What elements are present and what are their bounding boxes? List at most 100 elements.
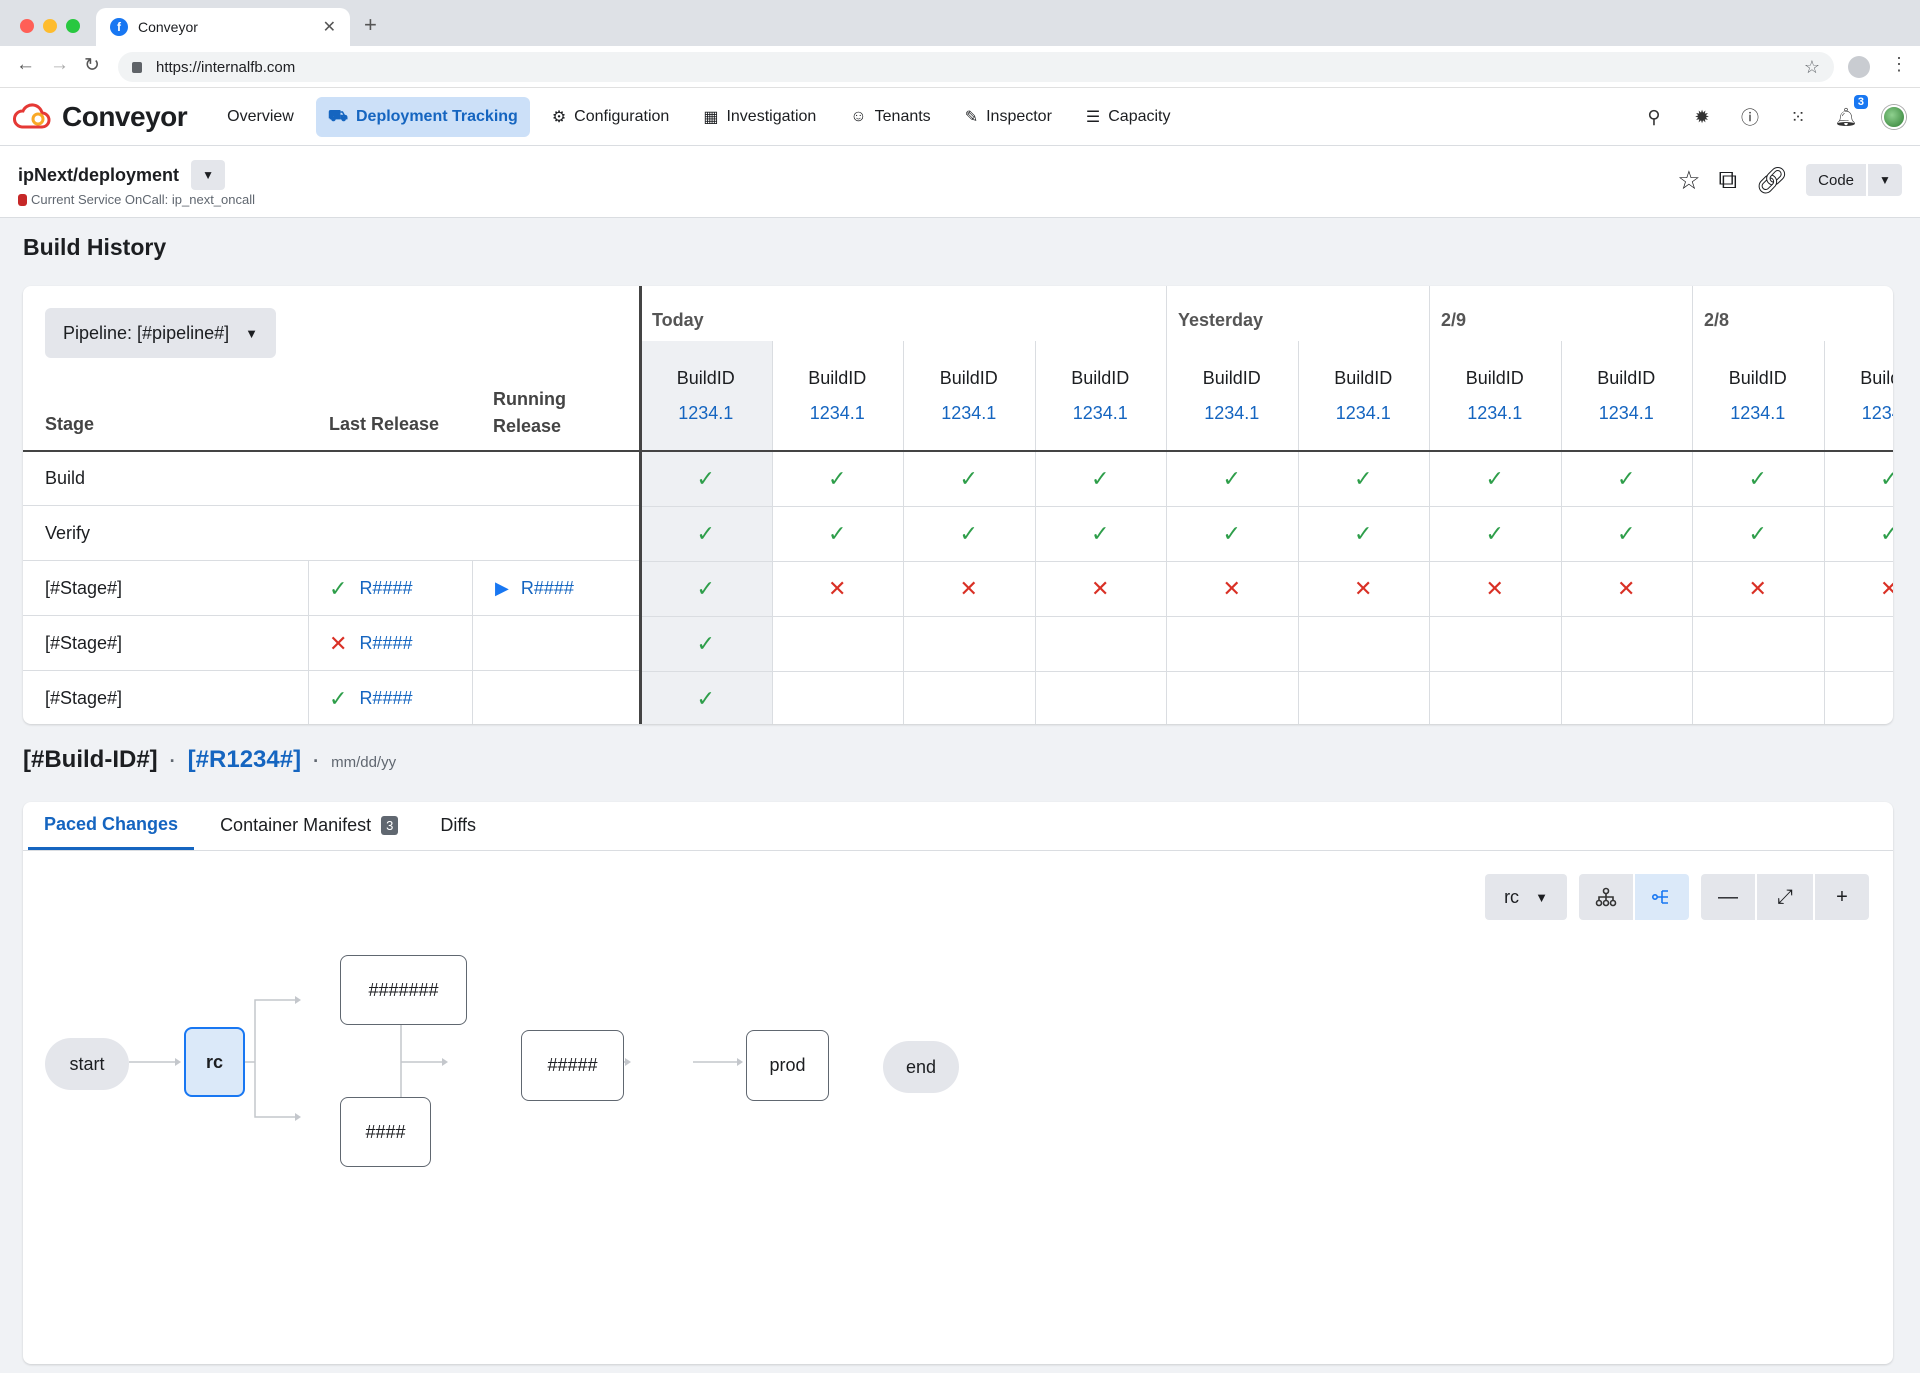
help-icon[interactable]: ⓘ [1738, 105, 1762, 129]
build-status-cell[interactable]: ✕ [1824, 561, 1893, 616]
user-avatar[interactable] [1882, 105, 1906, 129]
pipeline-node-start[interactable]: start [45, 1038, 129, 1090]
pipeline-node-prod[interactable]: prod [746, 1030, 829, 1101]
pipeline-selector[interactable]: Pipeline: [#pipeline#] ▼ [45, 308, 276, 358]
close-window-button[interactable] [20, 19, 34, 33]
nav-deployment-tracking[interactable]: ⛟ Deployment Tracking [315, 96, 530, 137]
pipeline-node-branch-top[interactable]: ####### [340, 955, 467, 1025]
minimize-window-button[interactable] [43, 19, 57, 33]
build-id-link[interactable]: 1234.1 [678, 403, 733, 424]
pipeline-node-merge[interactable]: ##### [521, 1030, 624, 1101]
build-status-cell[interactable]: ✓ [1166, 506, 1298, 561]
bookmark-star-icon[interactable]: ☆ [1804, 57, 1820, 78]
build-id-link[interactable]: 1234.1 [1204, 403, 1259, 424]
build-column-header[interactable]: BuildID 1234.1 [1429, 341, 1561, 451]
browser-menu-icon[interactable]: ⋮ [1890, 54, 1908, 75]
stage-select[interactable]: rc ▼ [1485, 874, 1567, 920]
tab-diffs[interactable]: Diffs [424, 802, 492, 850]
build-status-cell[interactable]: ✕ [1561, 561, 1693, 616]
star-icon[interactable]: ☆ [1677, 165, 1700, 196]
maximize-window-button[interactable] [66, 19, 80, 33]
build-status-cell[interactable]: ✓ [1824, 451, 1893, 506]
new-tab-icon[interactable]: + [364, 12, 377, 38]
build-status-cell[interactable]: ✓ [1035, 506, 1167, 561]
copy-icon[interactable]: ⧉ [1719, 164, 1738, 196]
last-release-link[interactable]: R#### [359, 578, 412, 599]
forward-arrow-icon[interactable]: → [50, 54, 69, 76]
tab-container-manifest[interactable]: Container Manifest 3 [204, 802, 414, 850]
build-column-header[interactable]: BuildID 1234.1 [1824, 341, 1893, 451]
build-status-cell[interactable]: ✓ [1561, 506, 1693, 561]
tab-paced-changes[interactable]: Paced Changes [28, 802, 195, 850]
last-release-link[interactable]: R#### [359, 633, 412, 654]
build-column-header[interactable]: BuildID 1234.1 [1298, 341, 1430, 451]
graph-icon[interactable]: ⚲ [1642, 105, 1666, 129]
close-tab-icon[interactable]: ✕ [323, 17, 336, 37]
app-logo[interactable]: Conveyor [12, 101, 188, 133]
release-link[interactable]: [#R1234#] [188, 746, 301, 774]
pipeline-node-rc[interactable]: rc [184, 1027, 245, 1097]
build-status-cell[interactable]: ✓ [903, 506, 1035, 561]
build-status-cell[interactable]: ✕ [772, 561, 904, 616]
build-status-cell[interactable]: ✓ [640, 561, 772, 616]
build-status-cell[interactable]: ✓ [1298, 506, 1430, 561]
build-column-header[interactable]: BuildID 1234.1 [1692, 341, 1824, 451]
build-status-cell[interactable]: ✕ [903, 561, 1035, 616]
service-dropdown-button[interactable]: ▼ [191, 160, 226, 190]
build-status-cell[interactable]: ✓ [1035, 451, 1167, 506]
nav-investigation[interactable]: ▦ Investigation [691, 97, 828, 137]
browser-tab[interactable]: f Conveyor ✕ [96, 8, 350, 46]
nav-tenants[interactable]: ☺ Tenants [838, 97, 942, 137]
pipeline-node-end[interactable]: end [883, 1041, 959, 1093]
build-status-cell[interactable]: ✕ [1035, 561, 1167, 616]
nav-overview[interactable]: Overview [215, 97, 306, 137]
code-dropdown-button[interactable]: ▼ [1868, 164, 1902, 196]
build-id-link[interactable]: 1234.1 [1336, 403, 1391, 424]
build-column-header[interactable]: BuildID 1234.1 [903, 341, 1035, 451]
zoom-out-button[interactable]: — [1701, 874, 1755, 920]
nav-inspector[interactable]: ✎ Inspector [953, 97, 1064, 137]
build-status-cell[interactable]: ✓ [772, 506, 904, 561]
bug-icon[interactable]: ✹ [1690, 105, 1714, 129]
build-id-link[interactable]: 1234.1 [1599, 403, 1654, 424]
build-status-cell[interactable]: ✓ [1692, 506, 1824, 561]
nav-configuration[interactable]: ⚙ Configuration [540, 97, 682, 137]
nav-capacity[interactable]: ☰ Capacity [1074, 97, 1183, 137]
build-status-cell[interactable]: ✓ [772, 451, 904, 506]
build-id-link[interactable]: 1234.1 [1467, 403, 1522, 424]
build-status-cell[interactable]: ✓ [1561, 451, 1693, 506]
code-button[interactable]: Code [1806, 164, 1866, 196]
build-column-header[interactable]: BuildID 1234.1 [1166, 341, 1298, 451]
build-status-cell[interactable]: ✕ [1692, 561, 1824, 616]
apps-grid-icon[interactable]: ⁙ [1786, 105, 1810, 129]
build-status-cell[interactable]: ✕ [1298, 561, 1430, 616]
build-status-cell[interactable]: ✓ [903, 451, 1035, 506]
build-status-cell[interactable]: ✓ [640, 506, 772, 561]
build-status-cell[interactable]: ✓ [1824, 506, 1893, 561]
build-status-cell[interactable]: ✕ [1166, 561, 1298, 616]
build-status-cell[interactable]: ✓ [640, 451, 772, 506]
link-icon[interactable]: 🔗︎ [1755, 165, 1788, 196]
build-id-link[interactable]: 1234.1 [1730, 403, 1785, 424]
build-status-cell[interactable]: ✕ [1429, 561, 1561, 616]
horizontal-layout-button[interactable] [1635, 874, 1689, 920]
window-controls[interactable] [20, 19, 80, 33]
build-status-cell[interactable]: ✓ [1166, 451, 1298, 506]
pipeline-node-branch-bottom[interactable]: #### [340, 1097, 431, 1167]
build-column-header[interactable]: BuildID 1234.1 [1035, 341, 1167, 451]
build-status-cell[interactable]: ✓ [640, 616, 772, 671]
build-status-cell[interactable]: ✓ [1429, 506, 1561, 561]
running-release-link[interactable]: R#### [521, 578, 574, 599]
build-status-cell[interactable]: ✓ [640, 671, 772, 724]
notifications-bell-icon[interactable]: 🔔︎ 3 [1834, 95, 1868, 129]
back-arrow-icon[interactable]: ← [16, 54, 35, 76]
build-column-header[interactable]: BuildID 1234.1 [640, 341, 772, 451]
build-id-link[interactable]: 1234.1 [941, 403, 996, 424]
build-status-cell[interactable]: ✓ [1298, 451, 1430, 506]
fit-view-button[interactable]: ⤢ [1757, 874, 1813, 920]
build-column-header[interactable]: BuildID 1234.1 [772, 341, 904, 451]
build-status-cell[interactable]: ✓ [1429, 451, 1561, 506]
browser-profile-icon[interactable] [1848, 56, 1870, 78]
build-status-cell[interactable]: ✓ [1692, 451, 1824, 506]
reload-icon[interactable]: ↻ [84, 54, 100, 77]
